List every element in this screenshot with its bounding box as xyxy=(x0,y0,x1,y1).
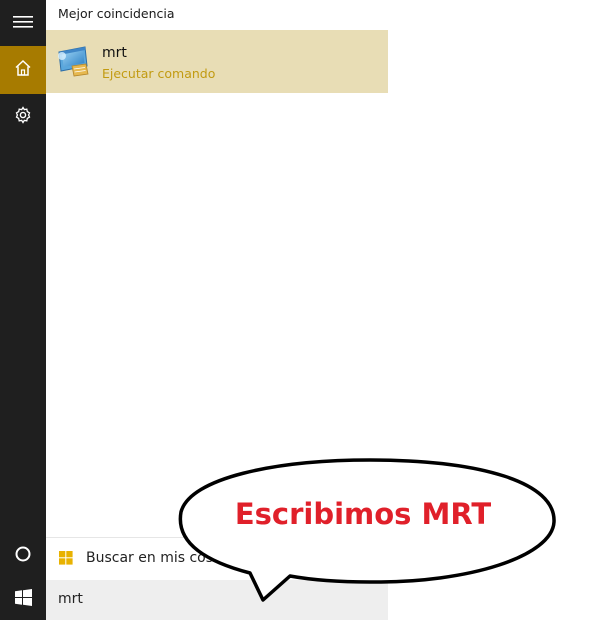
best-match-name: mrt xyxy=(102,45,127,61)
app-window-icon xyxy=(56,44,90,78)
best-match-subtitle: Ejecutar comando xyxy=(102,66,216,81)
annotation-text: Escribimos MRT xyxy=(234,497,492,531)
hamburger-menu-icon xyxy=(13,14,33,33)
search-my-stuff-button[interactable]: Buscar en mis cosas xyxy=(46,538,388,580)
home-icon xyxy=(14,59,32,81)
start-button[interactable] xyxy=(0,578,46,620)
cortana-button[interactable] xyxy=(0,533,46,579)
windows-logo-icon xyxy=(59,550,73,565)
cortana-circle-icon xyxy=(14,545,32,567)
start-search-window: Mejor coincidencia mrt Ejecutar comando … xyxy=(0,0,609,620)
section-title: Mejor coincidencia xyxy=(58,6,175,21)
best-match-result[interactable]: mrt Ejecutar comando xyxy=(46,30,388,93)
home-button[interactable] xyxy=(0,46,46,94)
windows-logo-icon xyxy=(14,588,32,610)
search-my-stuff-label: Buscar en mis cosas xyxy=(86,550,229,566)
left-rail xyxy=(0,0,46,620)
menu-button[interactable] xyxy=(0,0,46,46)
search-box[interactable] xyxy=(46,580,388,620)
gear-icon xyxy=(14,106,32,128)
settings-button[interactable] xyxy=(0,94,46,140)
search-input[interactable] xyxy=(58,591,358,607)
